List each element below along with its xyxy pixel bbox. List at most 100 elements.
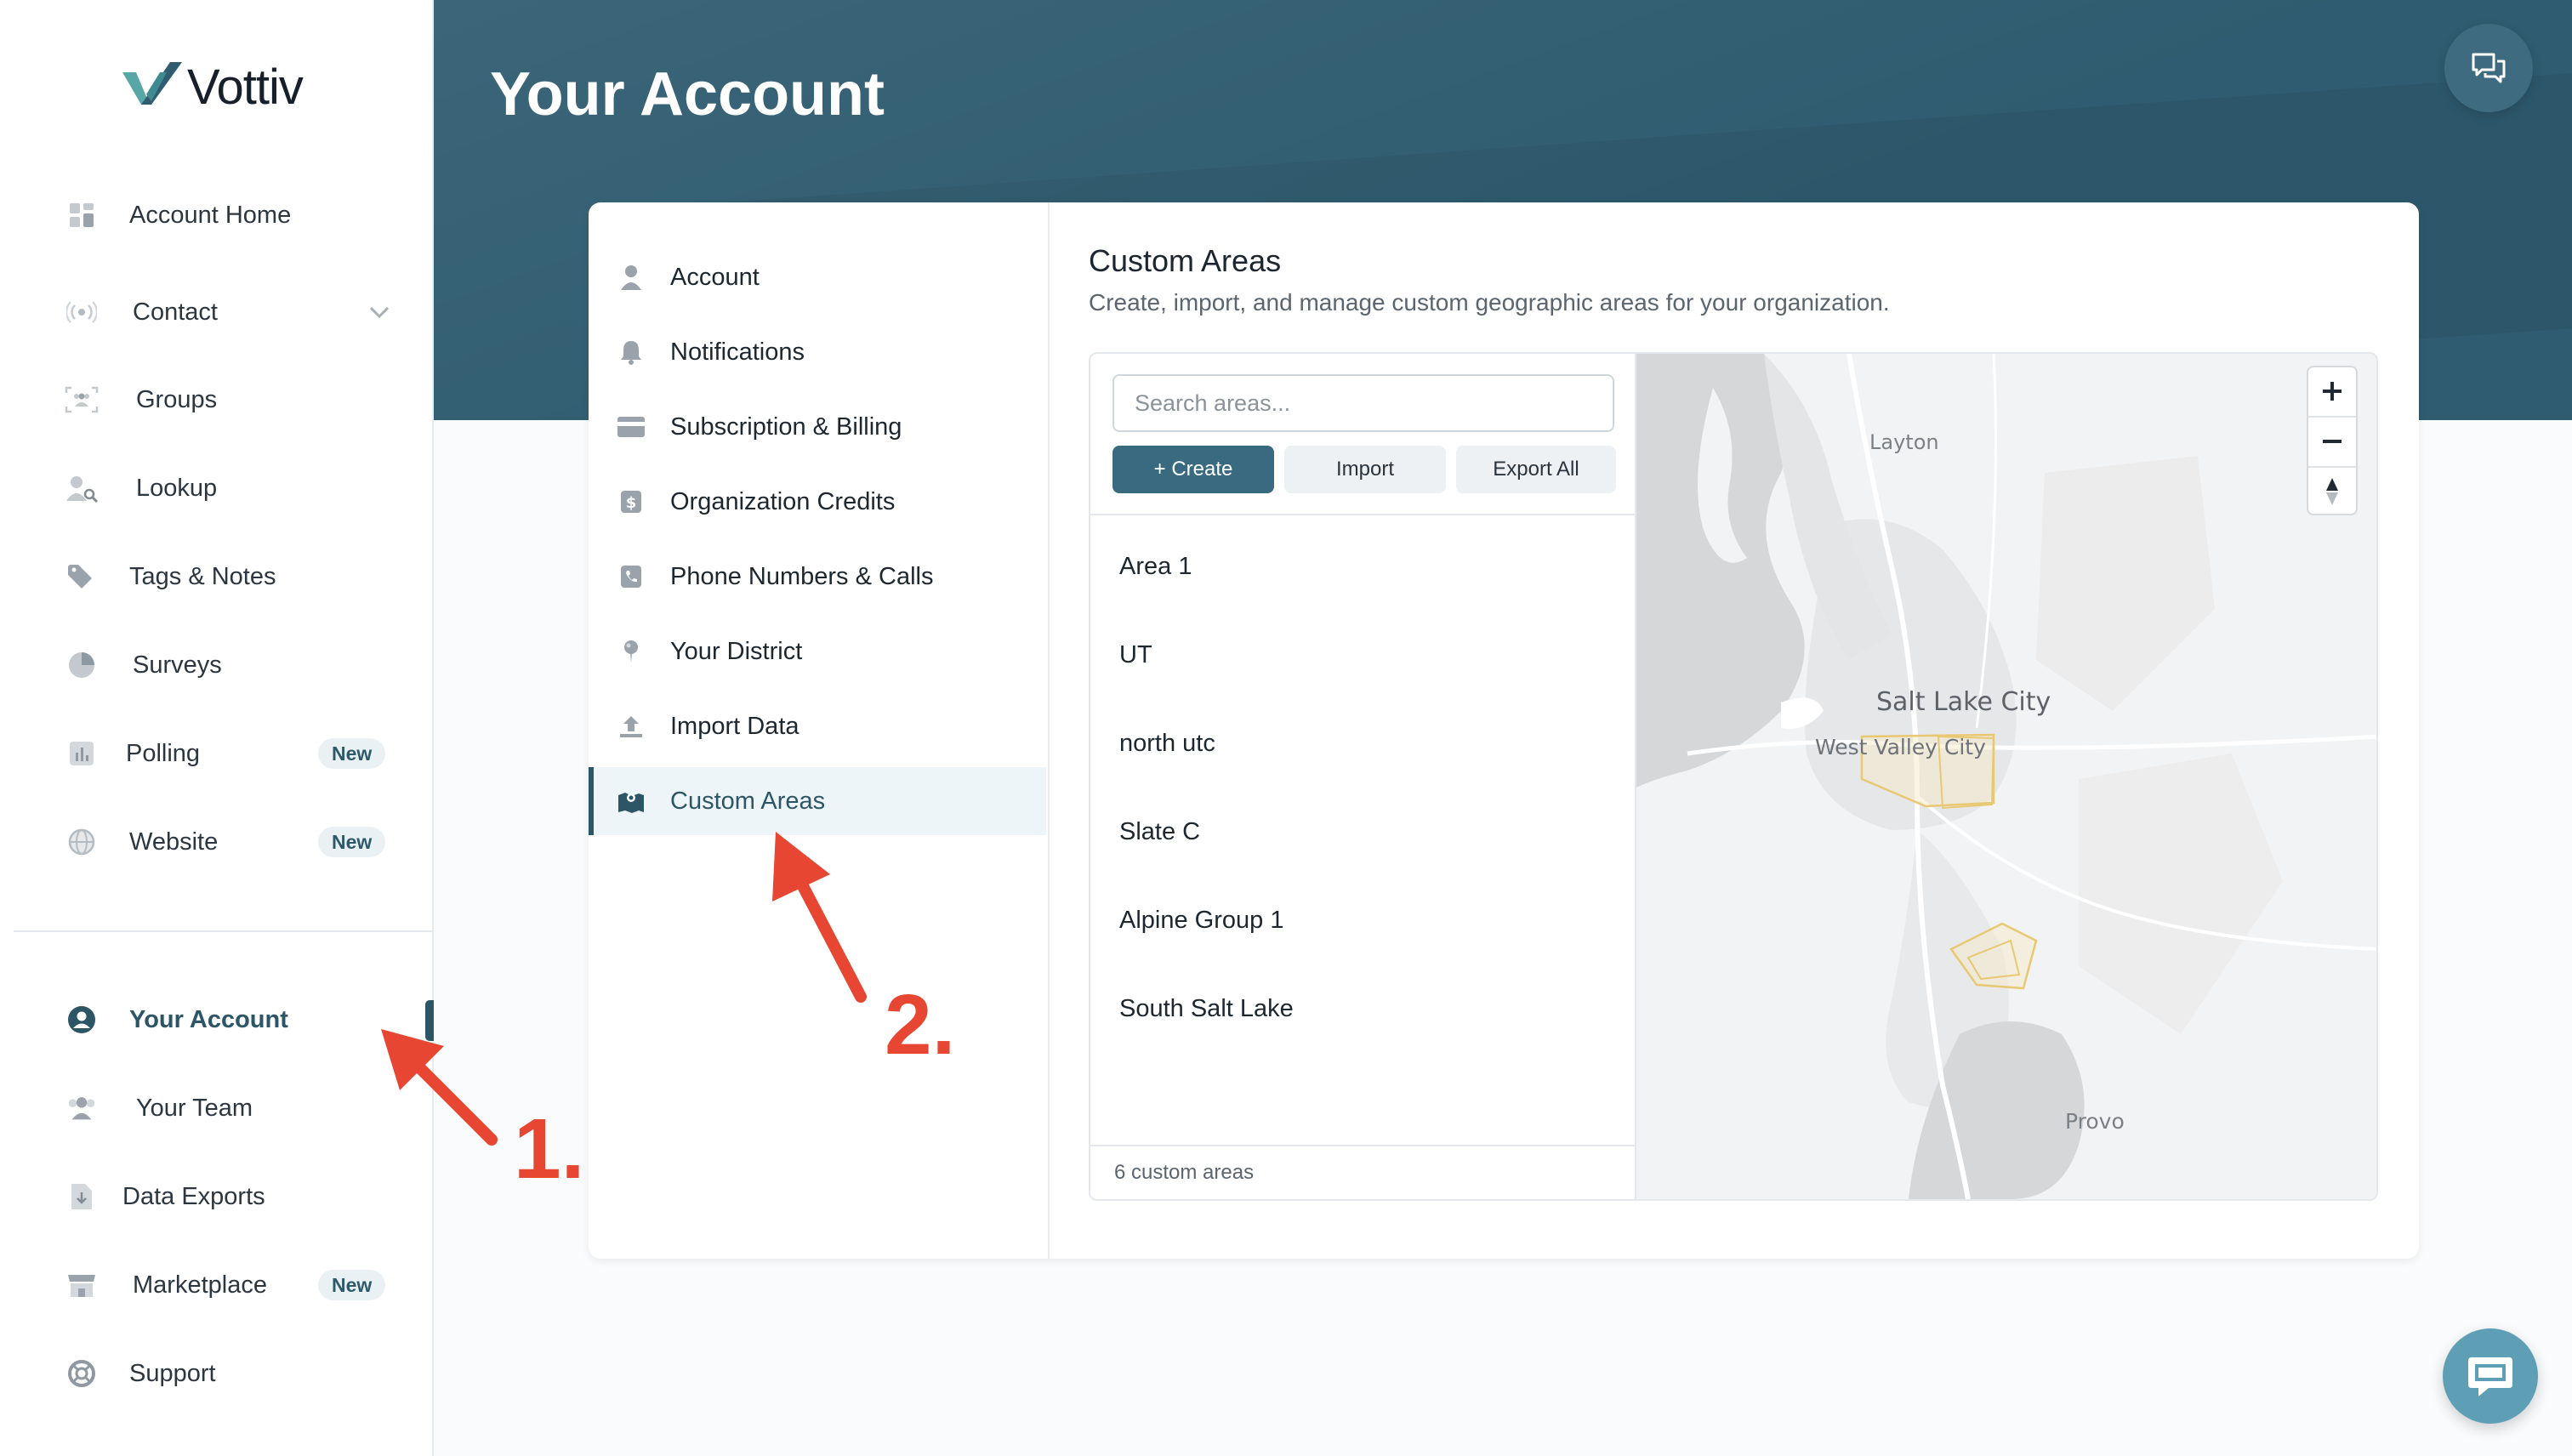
import-areas-button[interactable]: Import xyxy=(1284,446,1446,493)
active-indicator xyxy=(425,1000,434,1041)
section-subtitle: Create, import, and manage custom geogra… xyxy=(1089,289,1890,316)
new-badge: New xyxy=(318,1270,386,1300)
search-areas-input[interactable] xyxy=(1112,374,1614,432)
settings-nav-label: Organization Credits xyxy=(670,487,896,515)
area-list-item[interactable]: Area 1 xyxy=(1090,522,1633,611)
minus-icon xyxy=(2323,440,2342,443)
new-badge: New xyxy=(318,827,386,857)
settings-nav-label: Your District xyxy=(670,637,803,665)
map-label-layton: Layton xyxy=(1869,430,1939,454)
sidebar-item-website[interactable]: Website New xyxy=(0,808,432,876)
sidebar-item-your-account[interactable]: Your Account xyxy=(0,986,432,1054)
map-label-west-valley-city: West Valley City xyxy=(1815,735,1986,759)
areas-count: 6 custom areas xyxy=(1114,1161,1255,1184)
zoom-out-button[interactable] xyxy=(2308,418,2356,465)
export-all-button[interactable]: Export All xyxy=(1456,446,1616,493)
user-search-icon xyxy=(65,471,99,505)
sidebar-item-polling[interactable]: Polling New xyxy=(0,719,432,788)
settings-nav-import-data[interactable]: Import Data xyxy=(589,692,1046,760)
compass-icon xyxy=(2326,478,2338,505)
store-icon xyxy=(65,1268,99,1302)
bar-chart-icon xyxy=(65,737,99,771)
areas-map[interactable]: Layton Salt Lake City West Valley City P… xyxy=(1636,354,2378,1199)
chat-bubble-icon xyxy=(2468,1357,2512,1396)
vottiv-logo-mark-icon xyxy=(122,62,182,105)
annotation-step-1: 1. xyxy=(514,1101,585,1197)
chevron-down-icon[interactable] xyxy=(364,297,395,327)
page-title: Your Account xyxy=(490,60,885,128)
sidebar-item-lookup[interactable]: Lookup xyxy=(0,454,432,522)
area-name: Slate C xyxy=(1119,817,1201,845)
sidebar-item-label: Tags & Notes xyxy=(129,562,276,590)
sidebar-item-surveys[interactable]: Surveys xyxy=(0,631,432,699)
sidebar-item-marketplace[interactable]: Marketplace New xyxy=(0,1251,432,1319)
sidebar-item-label: Support xyxy=(129,1359,216,1387)
globe-icon xyxy=(65,825,99,859)
area-list-item[interactable]: South Salt Lake xyxy=(1090,964,1633,1053)
settings-nav-label: Custom Areas xyxy=(670,787,826,815)
sidebar-item-contact[interactable]: Contact xyxy=(0,278,432,346)
sidebar-item-groups[interactable]: Groups xyxy=(0,366,432,434)
sidebar-item-support[interactable]: Support xyxy=(0,1339,432,1408)
broadcast-icon xyxy=(65,295,99,329)
settings-nav-label: Notifications xyxy=(670,338,805,366)
settings-nav-organization-credits[interactable]: $ Organization Credits xyxy=(589,468,1046,536)
chat-bubbles-icon xyxy=(2472,53,2506,83)
settings-nav-phone-numbers-calls[interactable]: Phone Numbers & Calls xyxy=(589,543,1046,611)
sidebar-item-your-team[interactable]: Your Team xyxy=(0,1074,432,1142)
settings-nav-label: Subscription & Billing xyxy=(670,412,902,441)
tag-icon xyxy=(65,560,99,594)
file-download-icon xyxy=(65,1180,99,1214)
sidebar-divider xyxy=(14,930,434,932)
messages-button[interactable] xyxy=(2444,24,2533,112)
dollar-icon: $ xyxy=(614,485,648,519)
settings-nav-custom-areas[interactable]: Custom Areas xyxy=(589,767,1046,835)
sidebar-item-account-home[interactable]: Account Home xyxy=(0,181,432,249)
main-sidebar: Vottiv Account Home Contact Groups Looku… xyxy=(0,0,434,1456)
sidebar-item-label: Marketplace xyxy=(133,1271,267,1299)
new-badge: New xyxy=(318,738,386,769)
map-label-salt-lake-city: Salt Lake City xyxy=(1876,687,2051,717)
list-divider xyxy=(1090,514,1635,515)
sidebar-item-tags-notes[interactable]: Tags & Notes xyxy=(0,543,432,611)
sidebar-item-label: Account Home xyxy=(129,201,292,229)
sidebar-item-label: Groups xyxy=(136,385,218,413)
vottiv-logo[interactable]: Vottiv xyxy=(121,53,304,121)
settings-nav-notifications[interactable]: Notifications xyxy=(589,318,1046,386)
user-circle-icon xyxy=(65,1003,99,1037)
settings-nav-label: Phone Numbers & Calls xyxy=(670,562,934,590)
custom-areas-panel: + Create Import Export All Area 1 UT nor… xyxy=(1089,352,2378,1201)
map-canvas[interactable] xyxy=(1636,354,2378,1199)
area-name: north utc xyxy=(1119,729,1215,757)
settings-nav-subscription-billing[interactable]: Subscription & Billing xyxy=(589,393,1046,461)
lifebuoy-icon xyxy=(65,1356,99,1391)
dashboard-icon xyxy=(65,198,99,232)
area-list-item[interactable]: Alpine Group 1 xyxy=(1090,876,1633,964)
section-title: Custom Areas xyxy=(1089,243,1282,278)
map-zoom-controls xyxy=(2307,366,2358,515)
live-chat-button[interactable] xyxy=(2443,1328,2538,1424)
zoom-in-button[interactable] xyxy=(2308,367,2356,415)
create-area-button[interactable]: + Create xyxy=(1112,446,1274,493)
sidebar-item-label: Your Team xyxy=(136,1094,253,1122)
sidebar-item-label: Data Exports xyxy=(122,1182,265,1210)
reset-bearing-button[interactable] xyxy=(2308,468,2356,515)
area-name: South Salt Lake xyxy=(1119,994,1294,1022)
area-list-item[interactable]: Slate C xyxy=(1090,788,1633,876)
area-list-item[interactable]: UT xyxy=(1090,611,1633,699)
account-settings-card: Account Notifications Subscription & Bil… xyxy=(589,202,2419,1259)
phone-icon xyxy=(614,560,648,594)
settings-nav-your-district[interactable]: Your District xyxy=(589,617,1046,685)
brand-name: Vottiv xyxy=(187,59,304,115)
sidebar-item-label: Your Account xyxy=(129,1005,288,1033)
areas-count-footer: 6 custom areas xyxy=(1090,1145,1635,1199)
annotation-step-2: 2. xyxy=(885,977,956,1072)
sidebar-item-label: Website xyxy=(129,828,219,856)
area-list-item[interactable]: north utc xyxy=(1090,699,1633,788)
bell-icon xyxy=(614,335,648,369)
plus-icon xyxy=(2323,382,2342,401)
map-label-provo: Provo xyxy=(2065,1109,2125,1134)
sidebar-item-label: Lookup xyxy=(136,474,218,502)
settings-nav-account[interactable]: Account xyxy=(589,243,1046,311)
sidebar-item-data-exports[interactable]: Data Exports xyxy=(0,1163,432,1231)
